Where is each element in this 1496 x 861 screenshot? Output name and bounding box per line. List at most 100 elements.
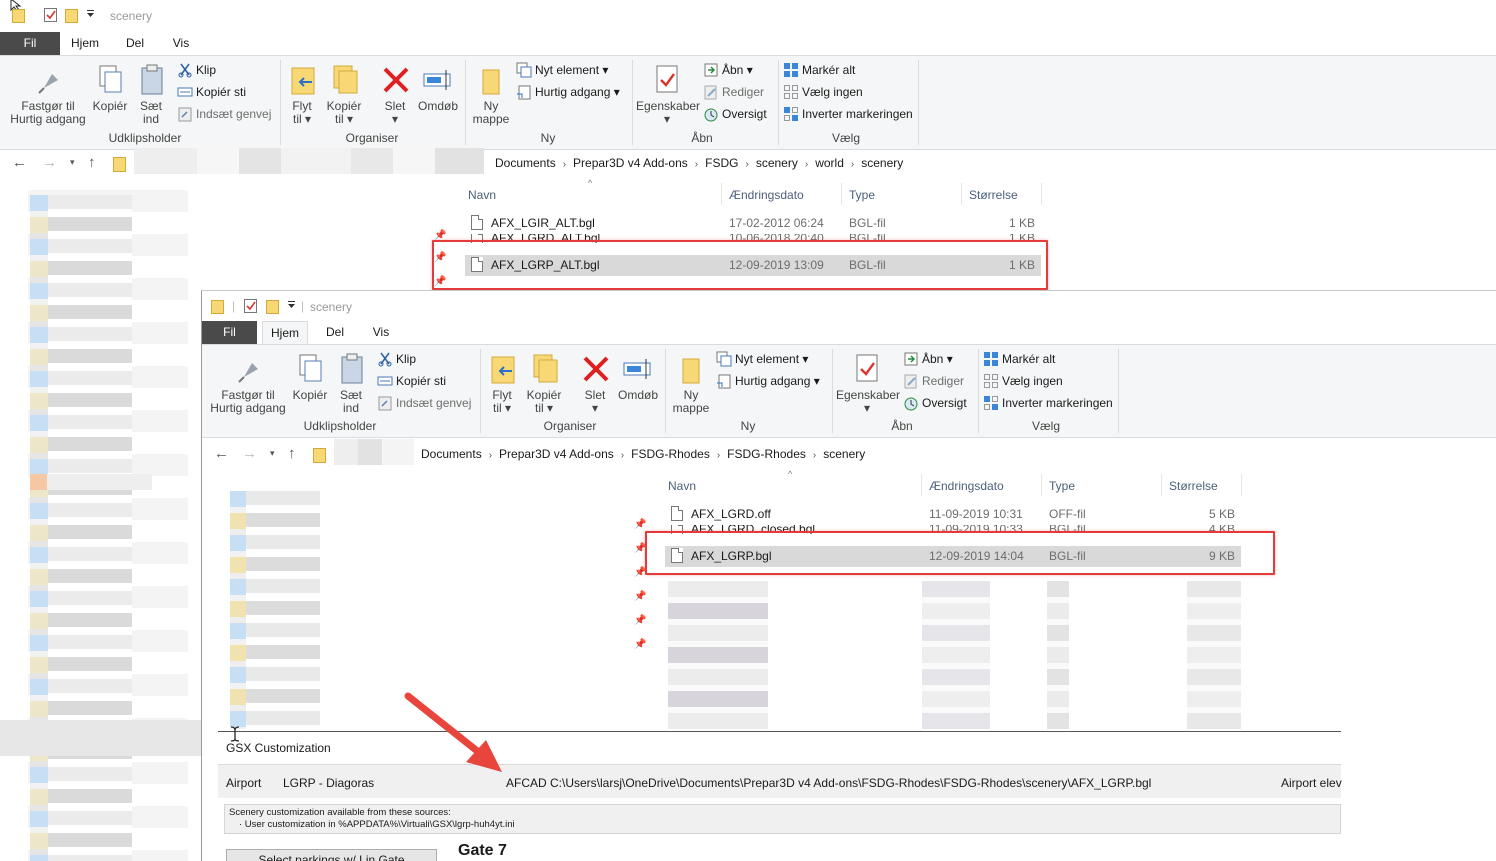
column-divider[interactable] [841, 183, 842, 205]
edit-button[interactable]: Rediger [703, 82, 764, 102]
up-arrow-icon[interactable]: ↑ [88, 154, 96, 171]
new-item-button[interactable]: Nyt element ▾ [516, 60, 608, 80]
easy-access-icon [516, 84, 532, 100]
breadcrumb-fsdg[interactable]: FSDG [705, 156, 738, 170]
copy-to-button[interactable]: Kopiér til ▾ [524, 351, 564, 415]
rename-button[interactable]: Omdøb [616, 351, 660, 402]
properties-button[interactable]: Egenskaber ▾ [836, 351, 900, 415]
customize-toolbar-icon[interactable] [287, 299, 297, 314]
recent-dropdown-icon[interactable]: ▾ [70, 157, 75, 168]
pin-quick-access-button[interactable]: Fastgør til Hurtig adgang [206, 351, 290, 415]
delete-button[interactable]: Slet ▾ [378, 62, 412, 126]
ribbon-separator [832, 349, 833, 433]
move-to-button[interactable]: Flyt til ▾ [486, 351, 518, 415]
up-arrow-icon[interactable]: ↑ [288, 445, 296, 462]
tab-view[interactable]: Vis [160, 32, 202, 55]
paste-shortcut-button[interactable]: Indsæt genvej [377, 393, 471, 413]
new-folder-quick-icon[interactable] [65, 7, 79, 26]
column-name-header[interactable]: Navn [668, 479, 696, 493]
open-dropdown-icon: ▾ [943, 352, 953, 366]
column-divider[interactable] [921, 474, 922, 496]
open-button[interactable]: Åbn ▾ [903, 349, 953, 369]
paste-button[interactable]: Sæt ind [134, 62, 168, 126]
breadcrumb-prepar3d[interactable]: Prepar3D v4 Add-ons [573, 156, 688, 170]
copy-to-button[interactable]: Kopiér til ▾ [324, 62, 364, 126]
scissors-icon [377, 351, 393, 367]
airport-elevation-label: Airport elev [1281, 776, 1342, 790]
move-to-button[interactable]: Flyt til ▾ [286, 62, 318, 126]
forward-arrow-icon[interactable]: → [242, 445, 257, 462]
copy-path-button[interactable]: Kopiér sti [177, 82, 246, 102]
paste-shortcut-button[interactable]: Indsæt genvej [177, 104, 271, 124]
file-row[interactable]: AFX_LGIR_ALT.bgl 17-02-2012 06:24 BGL-fi… [465, 213, 1041, 234]
back-arrow-icon[interactable]: ← [12, 154, 27, 171]
properties-button[interactable]: Egenskaber ▾ [636, 62, 700, 126]
pin-quick-access-button[interactable]: Fastgør til Hurtig adgang [6, 62, 90, 126]
file-row[interactable]: AFX_LGRD.off 11-09-2019 10:31 OFF-fil 5 … [665, 504, 1241, 525]
easy-access-button[interactable]: Hurtig adgang ▾ [516, 82, 620, 102]
breadcrumb-documents[interactable]: Documents [421, 447, 482, 461]
forward-arrow-icon[interactable]: → [42, 154, 57, 171]
back-arrow-icon[interactable]: ← [214, 445, 229, 462]
select-none-button[interactable]: Vælg ingen [783, 82, 863, 102]
select-parkings-button[interactable]: Select parkings w/ Lin Gate [226, 849, 437, 861]
delete-button[interactable]: Slet ▾ [578, 351, 612, 415]
easy-access-button[interactable]: Hurtig adgang ▾ [716, 371, 820, 391]
new-folder-button[interactable]: Ny mappe [470, 62, 512, 126]
tab-file[interactable]: Fil [0, 32, 60, 55]
cut-button[interactable]: Klip [377, 349, 416, 369]
copy-path-button[interactable]: Kopiér sti [377, 371, 446, 391]
invert-selection-button[interactable]: Inverter markeringen [983, 393, 1113, 413]
column-divider[interactable] [1041, 474, 1042, 496]
breadcrumb-world[interactable]: world [815, 156, 844, 170]
rename-button[interactable]: Omdøb [416, 62, 460, 113]
select-all-label: Markér alt [1002, 352, 1056, 366]
move-to-label-1: Flyt [292, 99, 312, 113]
breadcrumb-scenery-current[interactable]: scenery [861, 156, 903, 170]
tab-home[interactable]: Hjem [62, 32, 108, 55]
column-type-header[interactable]: Type [849, 188, 875, 202]
column-name-header[interactable]: Navn [468, 188, 496, 202]
history-button[interactable]: Oversigt [903, 393, 967, 413]
column-type-header[interactable]: Type [1049, 479, 1075, 493]
breadcrumb-scenery-current[interactable]: scenery [823, 447, 865, 461]
breadcrumb-documents[interactable]: Documents [495, 156, 556, 170]
copy-button[interactable]: Kopiér [290, 351, 330, 402]
tab-home[interactable]: Hjem [262, 321, 308, 344]
cut-button[interactable]: Klip [177, 60, 216, 80]
breadcrumb-fsdg-rhodes[interactable]: FSDG-Rhodes [631, 447, 710, 461]
column-size-header[interactable]: Størrelse [969, 188, 1018, 202]
breadcrumb-scenery[interactable]: scenery [756, 156, 798, 170]
column-divider[interactable] [961, 183, 962, 205]
properties-check-icon[interactable] [44, 7, 58, 26]
properties-check-icon[interactable] [244, 298, 258, 317]
paste-button[interactable]: Sæt ind [334, 351, 368, 415]
recent-dropdown-icon[interactable]: ▾ [270, 448, 275, 459]
new-folder-button[interactable]: Ny mappe [670, 351, 712, 415]
column-divider[interactable] [721, 183, 722, 205]
history-button[interactable]: Oversigt [703, 104, 767, 124]
new-folder-quick-icon[interactable] [266, 298, 280, 317]
column-size-header[interactable]: Størrelse [1169, 479, 1218, 493]
breadcrumb-fsdg-rhodes-sub[interactable]: FSDG-Rhodes [727, 447, 806, 461]
tab-share[interactable]: Del [314, 321, 356, 344]
column-divider[interactable] [1161, 474, 1162, 496]
select-all-button[interactable]: Markér alt [983, 349, 1055, 369]
column-divider[interactable] [1241, 474, 1242, 496]
tab-share[interactable]: Del [114, 32, 156, 55]
tab-file[interactable]: Fil [202, 321, 257, 344]
copy-button[interactable]: Kopiér [90, 62, 130, 113]
select-all-button[interactable]: Markér alt [783, 60, 855, 80]
edit-button[interactable]: Rediger [903, 371, 964, 391]
open-button[interactable]: Åbn ▾ [703, 60, 753, 80]
column-date-header[interactable]: Ændringsdato [729, 188, 804, 202]
customize-toolbar-icon[interactable] [86, 8, 96, 23]
select-none-button[interactable]: Vælg ingen [983, 371, 1063, 391]
invert-selection-button[interactable]: Inverter markeringen [783, 104, 913, 124]
tab-view[interactable]: Vis [360, 321, 402, 344]
breadcrumb-prepar3d[interactable]: Prepar3D v4 Add-ons [499, 447, 614, 461]
column-divider[interactable] [1041, 183, 1042, 205]
new-item-button[interactable]: Nyt element ▾ [716, 349, 808, 369]
pin-icon [206, 351, 290, 387]
column-date-header[interactable]: Ændringsdato [929, 479, 1004, 493]
